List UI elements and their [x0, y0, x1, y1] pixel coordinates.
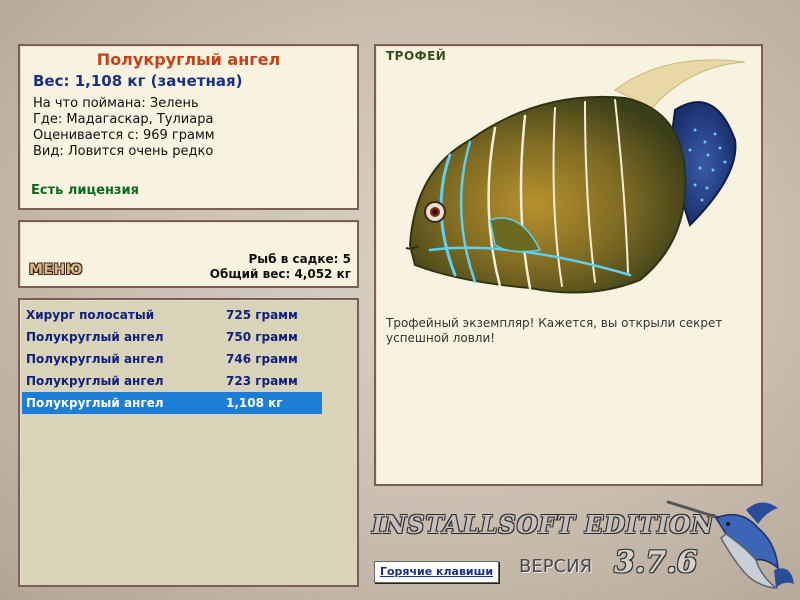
trophy-panel: ТРОФЕЙ Трофейный экземпляр! Кажется, вы …: [374, 44, 763, 486]
catch-row[interactable]: Полукруглый ангел 746 грамм: [22, 348, 322, 370]
catch-row-weight: 750 грамм: [226, 330, 298, 344]
trophy-label: ТРОФЕЙ: [386, 49, 447, 63]
menu-button[interactable]: МЕНЮ: [29, 262, 83, 278]
catch-row-weight: 725 грамм: [226, 308, 298, 322]
catch-row[interactable]: Полукруглый ангел 723 грамм: [22, 370, 322, 392]
catch-row-name: Полукруглый ангел: [26, 396, 164, 410]
fish-weight: Вес: 1,108 кг (зачетная): [33, 72, 243, 90]
catch-row-name: Полукруглый ангел: [26, 374, 164, 388]
catch-row[interactable]: Полукруглый ангел 1,108 кг: [22, 392, 322, 414]
catch-row-name: Хирург полосатый: [26, 308, 155, 322]
catch-row-name: Полукруглый ангел: [26, 330, 164, 344]
fish-count: Рыб в садке: 5: [248, 252, 352, 266]
trophy-message: Трофейный экземпляр! Кажется, вы открыли…: [386, 316, 723, 345]
rarity: Вид: Ловится очень редко: [33, 144, 214, 159]
catch-row-weight: 746 грамм: [226, 352, 298, 366]
fish-info-panel: Полукруглый ангел Вес: 1,108 кг (зачетна…: [18, 44, 359, 210]
license-status: Есть лицензия: [31, 183, 139, 198]
catch-row[interactable]: Полукруглый ангел 750 грамм: [22, 326, 322, 348]
caught-on: На что поймана: Зелень: [33, 96, 199, 111]
fish-name: Полукруглый ангел: [96, 50, 281, 69]
hotkeys-button[interactable]: Горячие клавиши: [374, 561, 499, 583]
angelfish-illustration: [405, 59, 746, 294]
location: Где: Мадагаскар, Тулиара: [33, 112, 214, 127]
total-weight: Общий вес: 4,052 кг: [209, 267, 351, 281]
marlin-logo: [666, 500, 794, 589]
cage-panel: МЕНЮ Рыб в садке: 5 Общий вес: 4,052 кг: [18, 220, 359, 288]
brand-title: INSTALLSOFT EDITION: [372, 510, 715, 539]
cage-stats: Рыб в садке: 5 Общий вес: 4,052 кг: [210, 252, 351, 282]
valued-from: Оценивается с: 969 грамм: [33, 128, 215, 143]
catch-row-weight: 1,108 кг: [226, 396, 283, 410]
catch-row-weight: 723 грамм: [226, 374, 298, 388]
catch-row[interactable]: Хирург полосатый 725 грамм: [22, 304, 322, 326]
catch-row-name: Полукруглый ангел: [26, 352, 164, 366]
catch-list: Хирург полосатый 725 грамм Полукруглый анг…: [18, 298, 359, 587]
version-label: ВЕРСИЯ: [519, 556, 593, 577]
